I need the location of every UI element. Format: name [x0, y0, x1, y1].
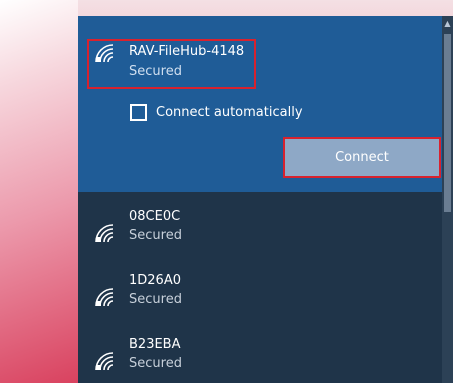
- network-item[interactable]: 1D26A0 Secured: [78, 256, 442, 320]
- network-item[interactable]: 08CE0C Secured: [78, 192, 442, 256]
- desktop-wallpaper: [0, 0, 78, 383]
- network-name: 1D26A0: [129, 273, 181, 288]
- network-name: B23EBA: [129, 337, 181, 352]
- wifi-secured-icon: [95, 352, 114, 371]
- network-status: Secured: [129, 228, 182, 243]
- network-item[interactable]: B23EBA Secured: [78, 320, 442, 383]
- wifi-secured-icon: [95, 224, 114, 243]
- wifi-flyout: RAV-FileHub-4148 Secured Connect automat…: [78, 16, 453, 383]
- wifi-secured-icon: [95, 288, 114, 307]
- scrollbar-thumb[interactable]: [444, 34, 451, 212]
- network-name: 08CE0C: [129, 209, 181, 224]
- network-status: Secured: [129, 356, 182, 371]
- scrollbar[interactable]: ▲: [442, 16, 453, 383]
- selected-network-panel: RAV-FileHub-4148 Secured Connect automat…: [78, 16, 442, 192]
- connect-automatically-checkbox[interactable]: [130, 104, 147, 121]
- connect-button[interactable]: Connect: [283, 137, 441, 178]
- network-highlight-box: [87, 39, 256, 89]
- connect-automatically-label: Connect automatically: [156, 105, 303, 120]
- network-status: Secured: [129, 292, 182, 307]
- scroll-up-icon[interactable]: ▲: [442, 18, 453, 30]
